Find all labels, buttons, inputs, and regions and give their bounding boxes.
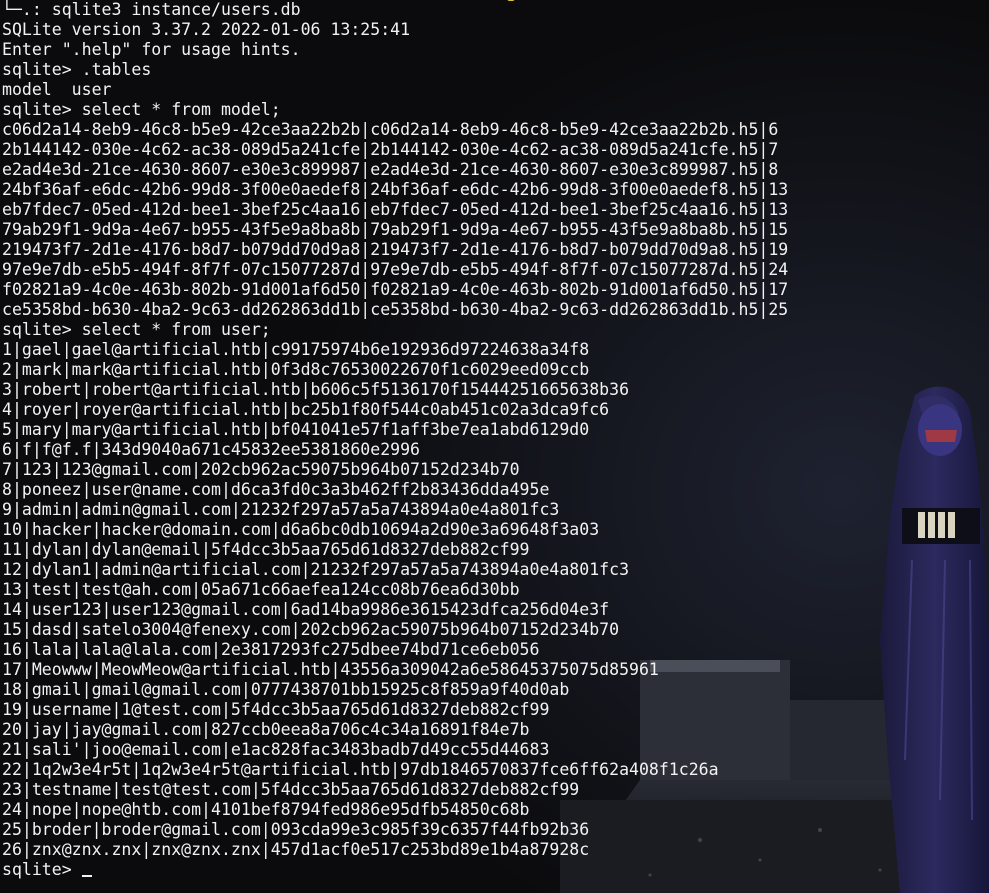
terminal-line: 21|sali'|joo@email.com|e1ac828fac3483bad… <box>2 740 550 759</box>
command-prompt-line[interactable]: sqlite> <box>2 860 788 880</box>
terminal-line: model user <box>2 80 112 99</box>
terminal-line: 24bf36af-e6dc-42b6-99d8-3f00e0aedef8|24b… <box>2 180 789 199</box>
terminal-line: 16|lala|lala@lala.com|2e3817293fc275dbee… <box>2 640 540 659</box>
terminal-line: 2b144142-030e-4c62-ac38-089d5a241cfe|2b1… <box>2 140 779 159</box>
terminal-line: SQLite version 3.37.2 2022-01-06 13:25:4… <box>2 20 411 39</box>
terminal-line: sqlite> select * from model; <box>2 100 281 119</box>
terminal-output: └─.: sqlite3 instance/users.db SQLite ver… <box>2 0 788 880</box>
terminal-line: 25|broder|broder@gmail.com|093cda99e3c98… <box>2 820 590 839</box>
terminal-line: 15|dasd|satelo3004@fenexy.com|202cb962ac… <box>2 620 620 639</box>
terminal-line: 8|poneez|user@name.com|d6ca3fd0c3a3b462f… <box>2 480 550 499</box>
terminal-line: 18|gmail|gmail@gmail.com|0777438701bb159… <box>2 680 570 699</box>
terminal-line: 19|username|1@test.com|5f4dcc3b5aa765d61… <box>2 700 550 719</box>
terminal-line: sqlite> .tables <box>2 60 152 79</box>
terminal-line: 4|royer|royer@artificial.htb|bc25b1f80f5… <box>2 400 610 419</box>
terminal-line: 24|nope|nope@htb.com|4101bef8794fed986e9… <box>2 800 530 819</box>
terminal-line: ce5358bd-b630-4ba2-9c63-dd262863dd1b|ce5… <box>2 300 789 319</box>
terminal-line: 14|user123|user123@gmail.com|6ad14ba9986… <box>2 600 610 619</box>
terminal-line: 26|znx@znx.znx|znx@znx.znx|457d1acf0e517… <box>2 840 590 859</box>
terminal-line: Enter ".help" for usage hints. <box>2 40 301 59</box>
terminal-line: 9|admin|admin@gmail.com|21232f297a57a5a7… <box>2 500 560 519</box>
terminal-line: c06d2a14-8eb9-46c8-b5e9-42ce3aa22b2b|c06… <box>2 120 779 139</box>
terminal-line: 22|1q2w3e4r5t|1q2w3e4r5t@artificial.htb|… <box>2 760 719 779</box>
terminal-line: 20|jay|jay@gmail.com|827ccb0eea8a706c4c3… <box>2 720 530 739</box>
terminal-line: 12|dylan1|admin@artificial.com|21232f297… <box>2 560 630 579</box>
prompt-text: sqlite> <box>2 860 82 879</box>
terminal-line: 97e9e7db-e5b5-494f-8f7f-07c15077287d|97e… <box>2 260 789 279</box>
terminal-line: 3|robert|robert@artificial.htb|b606c5f51… <box>2 380 630 399</box>
terminal-line: f02821a9-4c0e-463b-802b-91d001af6d50|f02… <box>2 280 789 299</box>
terminal-line: 5|mary|mary@artificial.htb|bf041041e57f1… <box>2 420 590 439</box>
terminal-line: eb7fdec7-05ed-412d-bee1-3bef25c4aa16|eb7… <box>2 200 789 219</box>
terminal-line: 11|dylan|dylan@email|5f4dcc3b5aa765d61d8… <box>2 540 530 559</box>
terminal-window[interactable]: └─.: sqlite3 instance/users.db SQLite ver… <box>0 0 989 893</box>
terminal-line: e2ad4e3d-21ce-4630-8607-e30e3c899987|e2a… <box>2 160 779 179</box>
terminal-line: 13|test|test@ah.com|05a671c66aefea124cc0… <box>2 580 520 599</box>
terminal-line: 2|mark|mark@artificial.htb|0f3d8c7653002… <box>2 360 590 379</box>
terminal-line: 6|f|f@f.f|343d9040a671c45832ee5381860e29… <box>2 440 421 459</box>
terminal-line: 17|Meowww|MeowMeow@artificial.htb|43556a… <box>2 660 659 679</box>
terminal-line: sqlite> select * from user; <box>2 320 271 339</box>
text-cursor <box>81 875 92 877</box>
terminal-line: 7|123|123@gmail.com|202cb962ac59075b964b… <box>2 460 520 479</box>
terminal-line: └─.: sqlite3 instance/users.db <box>2 0 301 19</box>
terminal-line: 23|testname|test@test.com|5f4dcc3b5aa765… <box>2 780 580 799</box>
terminal-line: 219473f7-2d1e-4176-b8d7-b079dd70d9a8|219… <box>2 240 789 259</box>
terminal-line: 10|hacker|hacker@domain.com|d6a6bc0db106… <box>2 520 600 539</box>
terminal-line: 1|gael|gael@artificial.htb|c99175974b6e1… <box>2 340 590 359</box>
terminal-line: 79ab29f1-9d9a-4e67-b955-43f5e9a8ba8b|79a… <box>2 220 789 239</box>
